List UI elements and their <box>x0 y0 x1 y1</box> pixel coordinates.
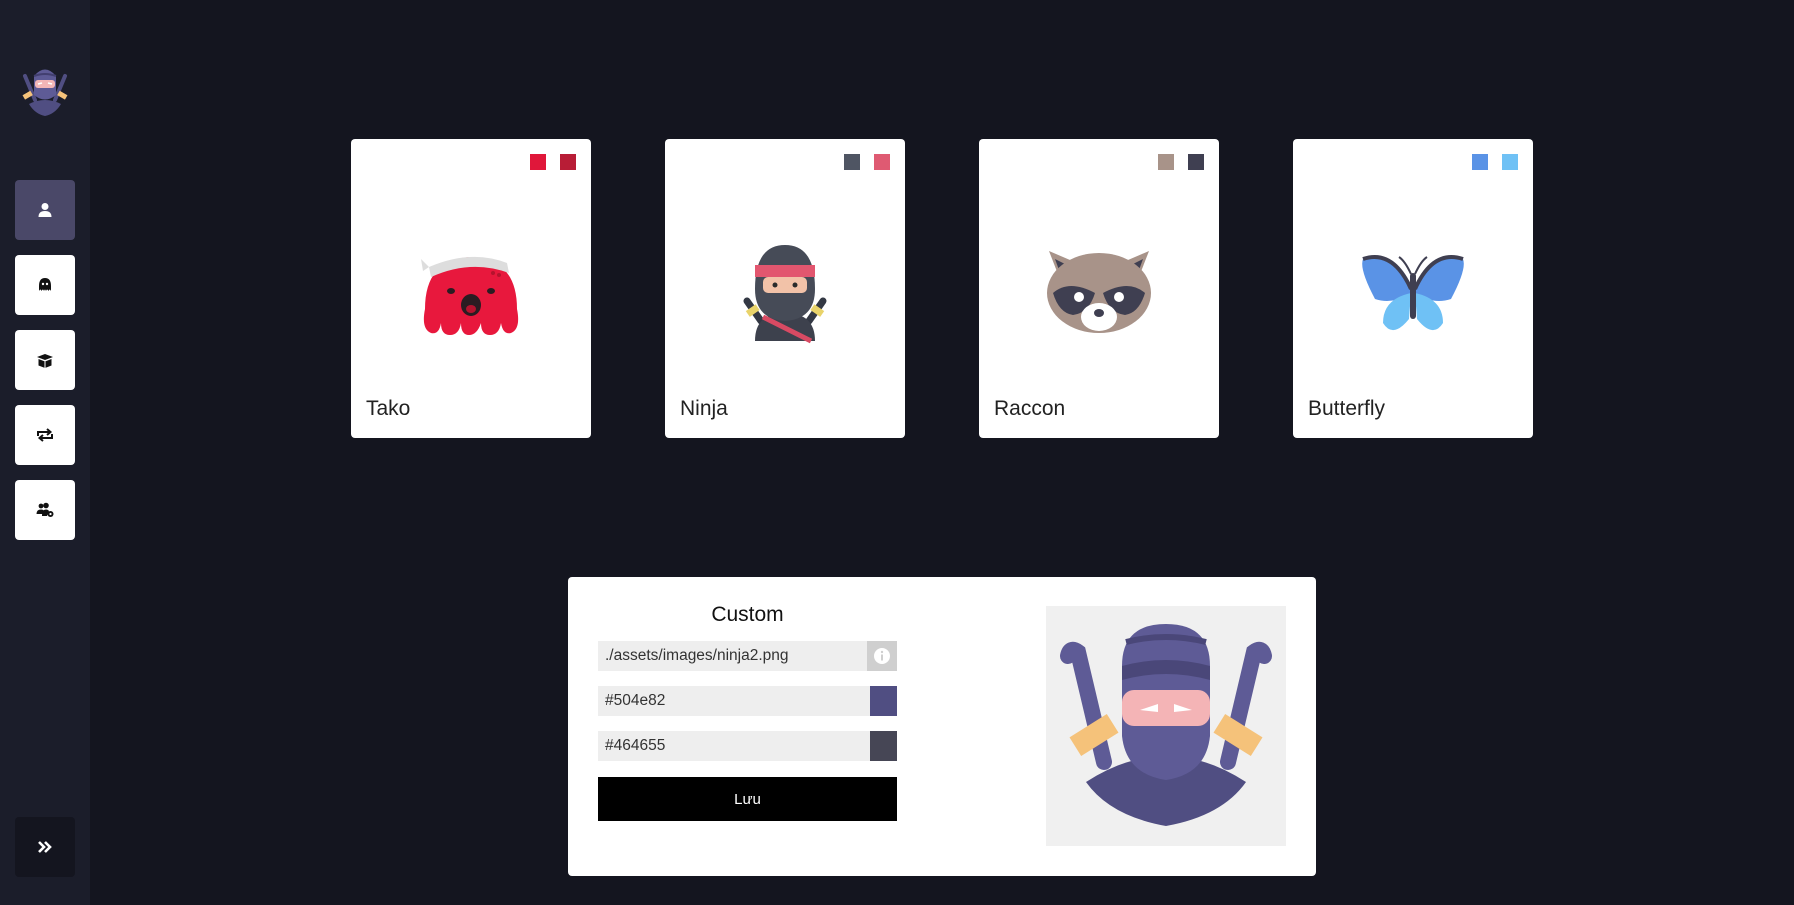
color1-value: #504e82 <box>605 692 666 709</box>
avatar-card-raccon[interactable]: Raccon <box>979 139 1219 438</box>
sidebar-item-users-settings[interactable] <box>15 480 75 540</box>
card-name: Tako <box>366 397 411 420</box>
ninja-logo-icon <box>22 69 68 116</box>
card-name: Raccon <box>994 397 1066 420</box>
box-open-icon <box>37 354 53 368</box>
avatar-card-tako[interactable]: Tako <box>351 139 591 438</box>
card-name: Butterfly <box>1308 397 1386 420</box>
panel-title: Custom <box>711 603 784 626</box>
repeat-icon <box>37 428 53 442</box>
octopus-icon <box>39 278 51 291</box>
sidebar-item-avatar[interactable] <box>15 255 75 315</box>
color-swatch <box>1188 154 1204 170</box>
color-swatch <box>1502 154 1518 170</box>
user-icon <box>38 203 52 217</box>
color-swatch <box>844 154 860 170</box>
color-swatch <box>1158 154 1174 170</box>
image-path-value: ./assets/images/ninja2.png <box>605 647 789 664</box>
expand-sidebar-button[interactable] <box>15 817 75 877</box>
sidebar-item-exchange[interactable] <box>15 405 75 465</box>
color1-picker[interactable] <box>870 686 897 716</box>
octopus-image <box>421 256 519 335</box>
avatar-card-ninja[interactable]: Ninja <box>665 139 905 438</box>
image-path-field[interactable]: ./assets/images/ninja2.png <box>598 641 897 671</box>
ninja-image <box>743 245 827 344</box>
card-name: Ninja <box>680 397 728 420</box>
double-chevron-right-icon <box>38 841 52 853</box>
color-swatch <box>530 154 546 170</box>
raccoon-image <box>1047 251 1151 333</box>
avatar-card-butterfly[interactable]: Butterfly <box>1293 139 1533 438</box>
custom-panel: Custom ./assets/images/ninja2.png #504e8… <box>568 577 1316 876</box>
color2-value: #464655 <box>605 737 666 754</box>
color2-picker[interactable] <box>870 731 897 761</box>
butterfly-image <box>1362 255 1464 331</box>
avatar-preview <box>1046 606 1286 846</box>
sidebar-item-inventory[interactable] <box>15 330 75 390</box>
info-button[interactable] <box>867 641 897 671</box>
info-icon <box>874 648 890 664</box>
sidebar-item-profile[interactable] <box>15 180 75 240</box>
save-button[interactable]: Lưu <box>598 777 897 821</box>
color-swatch <box>560 154 576 170</box>
color1-field[interactable]: #504e82 <box>598 686 897 716</box>
color-swatch <box>874 154 890 170</box>
color2-field[interactable]: #464655 <box>598 731 897 761</box>
color-swatch <box>1472 154 1488 170</box>
sidebar <box>0 0 90 905</box>
ninja-preview-image <box>1060 624 1272 826</box>
users-cog-icon <box>36 502 54 517</box>
